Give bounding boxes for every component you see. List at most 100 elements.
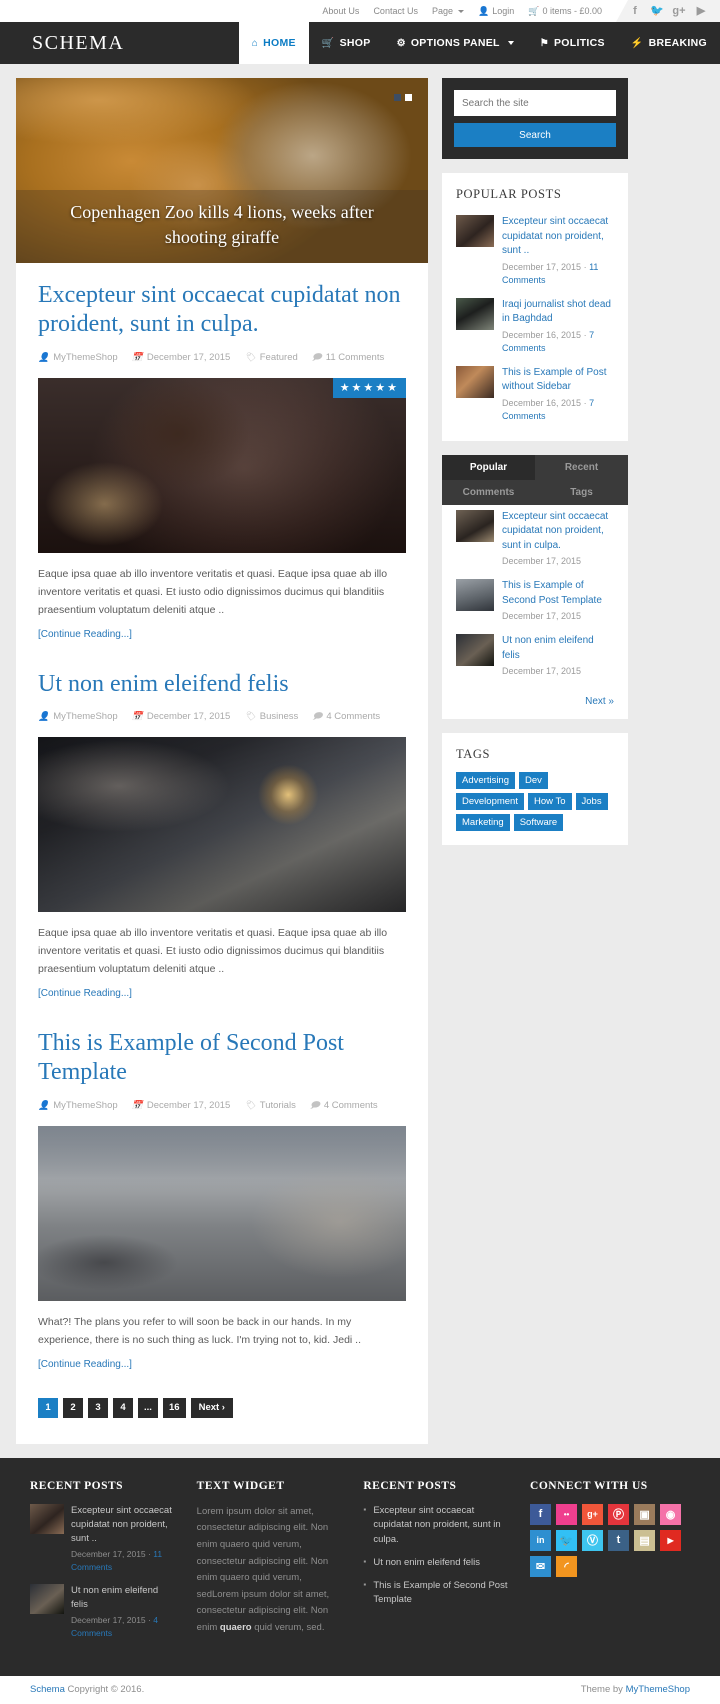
tab-recent[interactable]: Recent xyxy=(535,454,628,480)
list-item[interactable]: Ut non enim eleifend felis December 17, … xyxy=(30,1583,175,1640)
featured-slider[interactable]: Copenhagen Zoo kills 4 lions, weeks afte… xyxy=(16,78,428,263)
post-thumbnail[interactable]: ★★★★★ xyxy=(38,377,406,553)
post-comments[interactable]: 🗩 4 Comments xyxy=(312,709,380,725)
top-link-about-us[interactable]: About Us xyxy=(322,6,359,16)
nav-item-options-panel[interactable]: ⚙ OPTIONS PANEL xyxy=(384,22,527,64)
post-meta: 👤 MyThemeShop 📅 December 17, 2015 🏷 Busines… xyxy=(38,709,406,725)
pagination-page-3[interactable]: 3 xyxy=(88,1397,108,1418)
facebook-icon[interactable]: f xyxy=(624,0,646,22)
googleplus-icon[interactable]: g+ xyxy=(582,1503,604,1525)
post-link[interactable]: This is Example of Post without Sidebar xyxy=(502,366,614,395)
post-category[interactable]: 🏷 Tutorials xyxy=(244,1100,296,1111)
pinterest-icon[interactable]: Ⓟ xyxy=(608,1503,630,1525)
tab-tags[interactable]: Tags xyxy=(535,479,628,505)
list-item[interactable]: This is Example of Second Post Template xyxy=(363,1579,508,1608)
continue-reading-link[interactable]: [Continue Reading...] xyxy=(38,629,132,640)
picasa-icon[interactable]: ▤ xyxy=(634,1529,656,1551)
youtube-icon[interactable]: ▶ xyxy=(660,1529,682,1551)
user-icon: 👤 xyxy=(38,1100,50,1111)
post-category[interactable]: 🏷 Business xyxy=(244,711,298,722)
top-social-icons: f 🐦 g+ ▶ xyxy=(616,0,720,22)
list-item[interactable]: Excepteur sint occaecat cupidatat non pr… xyxy=(363,1504,508,1548)
post-thumbnail[interactable] xyxy=(38,1125,406,1301)
post-link[interactable]: This is Example of Second Post Template xyxy=(373,1580,507,1606)
post-link[interactable]: Excepteur sint occaecat cupidatat non pr… xyxy=(502,215,614,259)
tag-marketing[interactable]: Marketing xyxy=(456,814,510,832)
tab-comments[interactable]: Comments xyxy=(442,479,535,505)
slider-dot-2[interactable] xyxy=(405,94,412,101)
vimeo-icon[interactable]: Ⓥ xyxy=(582,1529,604,1551)
tumblr-icon[interactable]: t xyxy=(608,1529,630,1551)
email-icon[interactable]: ✉ xyxy=(530,1555,552,1577)
list-item[interactable]: This is Example of Second Post Template … xyxy=(456,574,614,629)
home-icon: ⌂ xyxy=(251,37,259,49)
post-title[interactable]: Ut non enim eleifend felis xyxy=(38,670,406,699)
linkedin-icon[interactable]: in xyxy=(530,1529,552,1551)
tabs-widget: Popular Recent Comments Tags Excepteur s… xyxy=(442,454,628,720)
copyright: Schema Copyright © 2016. xyxy=(30,1684,145,1696)
nav-item-breaking[interactable]: ⚡ BREAKING xyxy=(618,22,720,64)
post-link[interactable]: Ut non enim eleifend felis xyxy=(502,634,614,663)
search-input[interactable] xyxy=(454,90,616,116)
list-item[interactable]: Ut non enim eleifend felis December 17, … xyxy=(456,629,614,684)
tag-development[interactable]: Development xyxy=(456,793,524,811)
list-item[interactable]: Excepteur sint occaecat cupidatat non pr… xyxy=(456,505,614,575)
post-category[interactable]: 🏷 Featured xyxy=(244,352,297,363)
slider-dot-1[interactable] xyxy=(394,94,401,101)
googleplus-icon[interactable]: g+ xyxy=(668,0,690,22)
tag-dev[interactable]: Dev xyxy=(519,772,548,790)
list-item[interactable]: Ut non enim eleifend felis xyxy=(363,1556,508,1571)
flickr-icon[interactable]: •• xyxy=(556,1503,578,1525)
tab-popular[interactable]: Popular xyxy=(442,455,535,480)
pagination-page-1[interactable]: 1 xyxy=(38,1397,58,1418)
next-link[interactable]: Next » xyxy=(585,696,614,707)
facebook-icon[interactable]: f xyxy=(530,1503,552,1525)
youtube-icon[interactable]: ▶ xyxy=(690,0,712,22)
pagination-page-4[interactable]: 4 xyxy=(113,1397,133,1418)
rss-icon[interactable]: ◜ xyxy=(556,1555,578,1577)
post-comments[interactable]: 🗩 11 Comments xyxy=(312,350,384,366)
list-item[interactable]: Excepteur sint occaecat cupidatat non pr… xyxy=(30,1503,175,1574)
search-button[interactable]: Search xyxy=(454,123,616,147)
tag-software[interactable]: Software xyxy=(513,814,564,832)
pagination-next[interactable]: Next › xyxy=(190,1397,233,1418)
post-link[interactable]: Excepteur sint occaecat cupidatat non pr… xyxy=(373,1505,500,1545)
pagination-page-16[interactable]: 16 xyxy=(163,1397,186,1418)
nav-item-home[interactable]: ⌂ HOME xyxy=(238,22,309,64)
slider-dots xyxy=(394,94,412,101)
top-link-login[interactable]: 👤 Login xyxy=(478,6,514,17)
footer-widget-title: RECENT POSTS xyxy=(30,1479,124,1492)
instagram-icon[interactable]: ▣ xyxy=(634,1503,656,1525)
top-link-page[interactable]: Page xyxy=(432,6,464,16)
post-thumbnail xyxy=(456,365,494,398)
continue-reading-link[interactable]: [Continue Reading...] xyxy=(38,1359,132,1370)
tag-advertising[interactable]: Advertising xyxy=(456,772,515,790)
tag-jobs[interactable]: Jobs xyxy=(575,793,608,811)
slider-caption[interactable]: Copenhagen Zoo kills 4 lions, weeks afte… xyxy=(44,200,400,249)
post-link[interactable]: Iraqi journalist shot dead in Baghdad xyxy=(502,298,614,327)
post-link[interactable]: Ut non enim eleifend felis xyxy=(373,1557,480,1568)
tag-how-to[interactable]: How To xyxy=(527,793,572,811)
post-title[interactable]: This is Example of Second Post Template xyxy=(38,1029,406,1088)
nav-item-politics[interactable]: ⚑ POLITICS xyxy=(527,22,618,64)
post-comments[interactable]: 🗩 4 Comments xyxy=(310,1098,378,1114)
post-link[interactable]: Excepteur sint occaecat cupidatat non pr… xyxy=(71,1504,175,1547)
top-link-contact-us[interactable]: Contact Us xyxy=(373,6,418,16)
list-item[interactable]: Iraqi journalist shot dead in Baghdad De… xyxy=(456,293,614,361)
mythemeshop-link[interactable]: MyThemeShop xyxy=(626,1684,690,1695)
list-item[interactable]: This is Example of Post without Sidebar … xyxy=(456,361,614,429)
twitter-icon[interactable]: 🐦 xyxy=(646,0,668,22)
pagination-page-2[interactable]: 2 xyxy=(63,1397,83,1418)
list-item[interactable]: Excepteur sint occaecat cupidatat non pr… xyxy=(456,210,614,293)
twitter-icon[interactable]: 🐦 xyxy=(556,1529,578,1551)
post-title[interactable]: Excepteur sint occaecat cupidatat non pr… xyxy=(38,281,406,340)
post-link[interactable]: This is Example of Second Post Template xyxy=(502,579,614,608)
post-link[interactable]: Ut non enim eleifend felis xyxy=(71,1584,175,1613)
post-thumbnail[interactable] xyxy=(38,736,406,912)
post-link[interactable]: Excepteur sint occaecat cupidatat non pr… xyxy=(502,510,614,554)
site-logo[interactable]: SCHEMA xyxy=(0,22,239,64)
continue-reading-link[interactable]: [Continue Reading...] xyxy=(38,988,132,999)
top-link-cart[interactable]: 🛒 0 items - £0.00 xyxy=(528,6,602,17)
dribbble-icon[interactable]: ◉ xyxy=(660,1503,682,1525)
nav-item-shop[interactable]: 🛒 SHOP xyxy=(309,22,384,64)
